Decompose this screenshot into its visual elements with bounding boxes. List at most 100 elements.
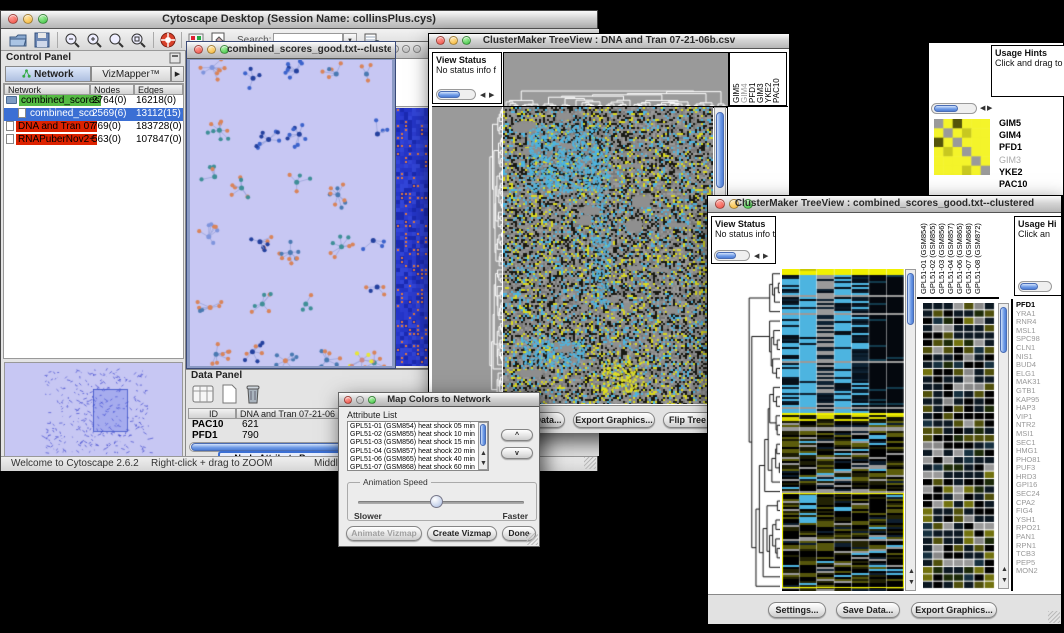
gene-label[interactable]: PFD1 bbox=[999, 141, 1059, 153]
zoom-in-icon[interactable] bbox=[85, 32, 103, 48]
fragment-h-scrollbar[interactable] bbox=[931, 103, 977, 114]
scroll-down-icon[interactable]: ▼ bbox=[480, 459, 487, 468]
column-label[interactable]: GPL51-02 (GSM855) bbox=[928, 223, 937, 294]
attribute-list-item[interactable]: GPL51-03 (GSM856) heat shock 15 min bbox=[350, 439, 488, 447]
column-dendrogram[interactable] bbox=[503, 52, 729, 108]
save-session-icon[interactable] bbox=[33, 32, 51, 48]
tab-vizmapper[interactable]: VizMapper™ bbox=[91, 66, 171, 82]
network-list-row[interactable]: combined_scores2764(0)16218(0) bbox=[4, 95, 183, 108]
row-dendrogram[interactable] bbox=[711, 269, 780, 591]
attribute-list-item[interactable]: GPL51-02 (GSM855) heat shock 10 min bbox=[350, 431, 488, 439]
treeview2-titlebar[interactable]: ClusterMaker TreeView : combined_scores_… bbox=[708, 196, 1061, 213]
animate-vizmap-button[interactable]: Animate Vizmap bbox=[346, 526, 422, 541]
scroll-left-icon[interactable]: ◀ bbox=[754, 252, 759, 261]
scroll-up-icon[interactable]: ▲ bbox=[1001, 565, 1008, 574]
control-panel: Control Panel Network VizMapper™ ▶ Netwo… bbox=[1, 51, 186, 456]
scroll-up-icon[interactable]: ▲ bbox=[908, 567, 915, 576]
column-label[interactable]: GPL51-01 (GSM854) bbox=[919, 223, 928, 294]
zoom-out-icon[interactable] bbox=[63, 32, 81, 48]
col-header-network[interactable]: Network bbox=[4, 84, 90, 95]
col-header-edges[interactable]: Edges bbox=[134, 84, 183, 95]
treeview1-titlebar[interactable]: ClusterMaker TreeView : DNA and Tran 07-… bbox=[429, 34, 789, 49]
gene-label[interactable]: GIM3 bbox=[999, 154, 1059, 166]
attribute-list-scrollbar[interactable]: ▲ ▼ bbox=[478, 422, 488, 470]
create-vizmap-button[interactable]: Create Vizmap bbox=[427, 526, 497, 541]
attribute-listbox[interactable]: GPL51-01 (GSM854) heat shock 05 minGPL51… bbox=[347, 421, 489, 471]
network-view-titlebar[interactable]: combined_scores_good.txt--cluste... bbox=[187, 42, 395, 59]
resize-grip[interactable] bbox=[526, 533, 538, 545]
detail-heatmap[interactable] bbox=[923, 303, 995, 589]
gene-label[interactable]: PAC10 bbox=[999, 178, 1059, 190]
view-status-title: View Status bbox=[436, 55, 501, 65]
network-canvas[interactable] bbox=[190, 60, 392, 366]
col-header-nodes[interactable]: Nodes bbox=[90, 84, 134, 95]
attribute-select-icon[interactable] bbox=[192, 384, 214, 404]
attribute-list-item[interactable]: GPL51-07 (GSM868) heat shock 60 min bbox=[350, 464, 488, 471]
document-icon bbox=[18, 108, 26, 118]
usage-hints-panel: Usage Hi Click an bbox=[1014, 216, 1062, 296]
network-list-row[interactable]: RNAPuberNov2+563(0)107847(0) bbox=[4, 134, 183, 147]
gene-label[interactable]: MON2 bbox=[1016, 567, 1061, 576]
scroll-right-icon[interactable]: ▶ bbox=[987, 104, 992, 113]
gene-label[interactable]: GIM4 bbox=[999, 129, 1059, 141]
close-icon[interactable] bbox=[194, 45, 203, 54]
scroll-right-icon[interactable]: ▶ bbox=[763, 252, 768, 261]
tab-network[interactable]: Network bbox=[5, 66, 91, 82]
gene-label[interactable]: YKE2 bbox=[999, 166, 1059, 178]
new-attribute-icon[interactable] bbox=[220, 384, 238, 404]
speed-slider-thumb[interactable] bbox=[430, 495, 443, 508]
view-status-scrollbar[interactable] bbox=[714, 250, 750, 261]
correlation-matrix-heatmap[interactable] bbox=[934, 119, 990, 175]
resize-grip[interactable] bbox=[584, 457, 596, 469]
view-status-scrollbar[interactable] bbox=[436, 89, 476, 100]
network-name: combined_scores bbox=[19, 95, 101, 106]
detail-v-scrollbar[interactable]: ▲ ▼ bbox=[998, 303, 1009, 589]
open-file-icon[interactable] bbox=[9, 32, 27, 48]
scroll-left-icon[interactable]: ◀ bbox=[480, 91, 485, 100]
export-graphics-button[interactable]: Export Graphics... bbox=[573, 412, 655, 428]
network-list-row[interactable]: DNA and Tran 07769(0)183728(0) bbox=[4, 121, 183, 134]
scroll-up-icon[interactable]: ▲ bbox=[480, 449, 487, 458]
row-dendrogram[interactable] bbox=[432, 107, 502, 404]
column-label[interactable]: GPL51-04 (GSM857) bbox=[946, 223, 955, 294]
attribute-list-item[interactable]: GPL51-01 (GSM854) heat shock 05 min bbox=[350, 423, 488, 431]
heatmap-v-scrollbar[interactable]: ▲ ▼ bbox=[905, 269, 916, 591]
global-heatmap[interactable] bbox=[503, 107, 713, 404]
cytoscape-titlebar[interactable]: Cytoscape Desktop (Session Name: collins… bbox=[1, 11, 597, 29]
resize-grip[interactable] bbox=[1048, 611, 1060, 623]
scroll-left-icon[interactable]: ◀ bbox=[980, 104, 985, 113]
zoom-window-icon[interactable] bbox=[413, 45, 421, 53]
float-panel-icon[interactable] bbox=[169, 52, 181, 64]
gene-label[interactable]: GIM5 bbox=[999, 117, 1059, 129]
attribute-list-item[interactable]: GPL51-06 (GSM865) heat shock 40 min bbox=[350, 456, 488, 464]
minimize-icon[interactable] bbox=[402, 45, 410, 53]
help-lifering-icon[interactable] bbox=[159, 32, 177, 48]
attribute-list-item[interactable]: GPL51-04 (GSM857) heat shock 20 min bbox=[350, 448, 488, 456]
delete-attribute-icon[interactable] bbox=[244, 383, 262, 405]
column-label[interactable]: PAC10 bbox=[772, 78, 781, 103]
save-data-button[interactable]: Save Data... bbox=[836, 602, 900, 618]
scroll-right-icon[interactable]: ▶ bbox=[489, 91, 494, 100]
network-overview-navigator[interactable] bbox=[4, 362, 183, 457]
column-label[interactable]: GPL51-03 (GSM856) bbox=[937, 223, 946, 294]
dialog-titlebar[interactable]: Map Colors to Network bbox=[339, 393, 539, 407]
column-label[interactable]: GPL51-07 (GSM868) bbox=[964, 223, 973, 294]
scroll-down-icon[interactable]: ▼ bbox=[1001, 576, 1008, 585]
scroll-down-icon[interactable]: ▼ bbox=[908, 578, 915, 587]
network-list-row[interactable]: combined_sco2569(6)13112(15) bbox=[4, 108, 183, 121]
zoom-fit-icon[interactable] bbox=[129, 32, 147, 48]
minimize-icon[interactable] bbox=[207, 45, 216, 54]
move-down-button[interactable]: v bbox=[501, 447, 533, 459]
treeview2-window: ClusterMaker TreeView : combined_scores_… bbox=[707, 195, 1062, 625]
zoom-selected-icon[interactable] bbox=[107, 32, 125, 48]
usage-scrollbar[interactable] bbox=[1018, 281, 1052, 292]
tab-more[interactable]: ▶ bbox=[171, 66, 184, 82]
column-label[interactable]: GPL51-08 (GSM872) bbox=[973, 223, 982, 294]
move-up-button[interactable]: ^ bbox=[501, 429, 533, 441]
network-name: combined_sco bbox=[28, 108, 96, 119]
settings-button[interactable]: Settings... bbox=[768, 602, 826, 618]
global-heatmap[interactable] bbox=[782, 269, 904, 591]
export-graphics-button[interactable]: Export Graphics... bbox=[911, 602, 997, 618]
column-label[interactable]: GPL51-06 (GSM865) bbox=[955, 223, 964, 294]
data-col-id[interactable]: ID bbox=[188, 408, 236, 419]
